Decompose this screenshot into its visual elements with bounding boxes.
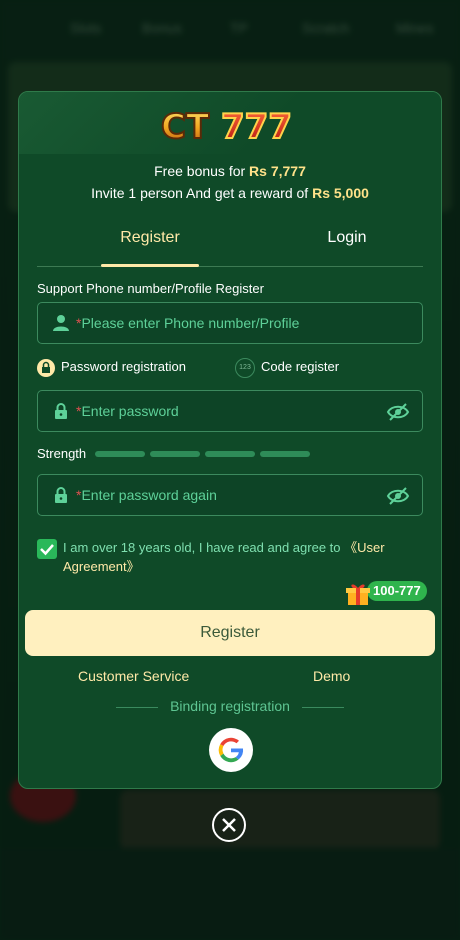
password-placeholder: *Enter password [76, 403, 179, 419]
eye-off-icon[interactable] [386, 486, 410, 506]
agreement-statement: I am over 18 years old, I have read and … [63, 540, 345, 555]
bonus-line-2: Invite 1 person And get a reward of Rs 5… [19, 182, 441, 204]
gift-promo: 100-777 [345, 581, 435, 609]
register-modal: CT 777 Free bonus for Rs 7,777 Invite 1 … [18, 91, 442, 789]
gift-badge: 100-777 [367, 581, 427, 601]
binding-registration: Binding registration [19, 698, 441, 714]
password-placeholder-text: Enter password [81, 403, 179, 419]
phone-label: Support Phone number/Profile Register [37, 281, 264, 296]
password-field[interactable]: *Enter password [37, 390, 423, 432]
lock-icon [55, 403, 67, 419]
invite-amount: Rs 5,000 [312, 185, 369, 201]
lock-icon [37, 358, 55, 377]
google-icon [218, 737, 244, 763]
checkmark-icon [40, 544, 54, 556]
tab-login[interactable]: Login [287, 224, 407, 266]
phone-field[interactable]: *Please enter Phone number/Profile [37, 302, 423, 344]
gift-icon [346, 584, 370, 605]
password-again-placeholder: *Enter password again [76, 487, 217, 503]
strength-bar [150, 451, 200, 457]
footer-links: Customer Service Demo [19, 668, 441, 686]
lock-icon [55, 487, 67, 503]
close-icon [222, 818, 236, 832]
user-icon [53, 315, 69, 331]
close-modal-button[interactable] [212, 808, 246, 842]
google-login-button[interactable] [209, 728, 253, 772]
agreement-checkbox[interactable] [37, 539, 57, 559]
phone-placeholder-text: Please enter Phone number/Profile [81, 315, 300, 331]
register-button[interactable]: Register [25, 610, 435, 656]
numeric-code-icon: 123 [235, 357, 255, 378]
svg-text:777: 777 [221, 107, 292, 147]
divider [301, 706, 344, 708]
strength-label: Strength [37, 446, 87, 461]
password-registration-option[interactable]: Password registration [37, 356, 186, 378]
agreement-text: I am over 18 years old, I have read and … [63, 538, 413, 576]
tab-register[interactable]: Register [101, 224, 199, 267]
code-register-label: Code register [261, 359, 340, 374]
invite-text: Invite 1 person And get a reward of [91, 185, 313, 201]
password-again-field[interactable]: *Enter password again [37, 474, 423, 516]
password-strength: Strength [37, 446, 423, 462]
password-registration-label: Password registration [61, 359, 186, 374]
bonus-text: Free bonus for [154, 163, 250, 179]
phone-placeholder: *Please enter Phone number/Profile [76, 315, 299, 331]
ct777-logo: CT 777 [160, 106, 293, 148]
binding-label: Binding registration [170, 698, 290, 714]
bonus-info: Free bonus for Rs 7,777 Invite 1 person … [19, 160, 441, 204]
register-modes: Password registration 123 Code register [37, 356, 423, 378]
divider [116, 706, 159, 708]
strength-bar [260, 451, 310, 457]
strength-bar [205, 451, 255, 457]
age-agreement: I am over 18 years old, I have read and … [37, 538, 423, 578]
auth-tabs: Register Login [37, 224, 423, 267]
password-again-placeholder-text: Enter password again [81, 487, 217, 503]
bonus-line-1: Free bonus for Rs 7,777 [19, 160, 441, 182]
eye-off-icon[interactable] [386, 402, 410, 422]
strength-bar [95, 451, 145, 457]
customer-service-link[interactable]: Customer Service [78, 668, 189, 684]
demo-link[interactable]: Demo [313, 668, 350, 684]
code-register-option[interactable]: 123 Code register [235, 356, 339, 378]
bonus-amount: Rs 7,777 [249, 163, 306, 179]
svg-text:CT: CT [161, 107, 210, 147]
modal-header: CT 777 [19, 92, 441, 154]
